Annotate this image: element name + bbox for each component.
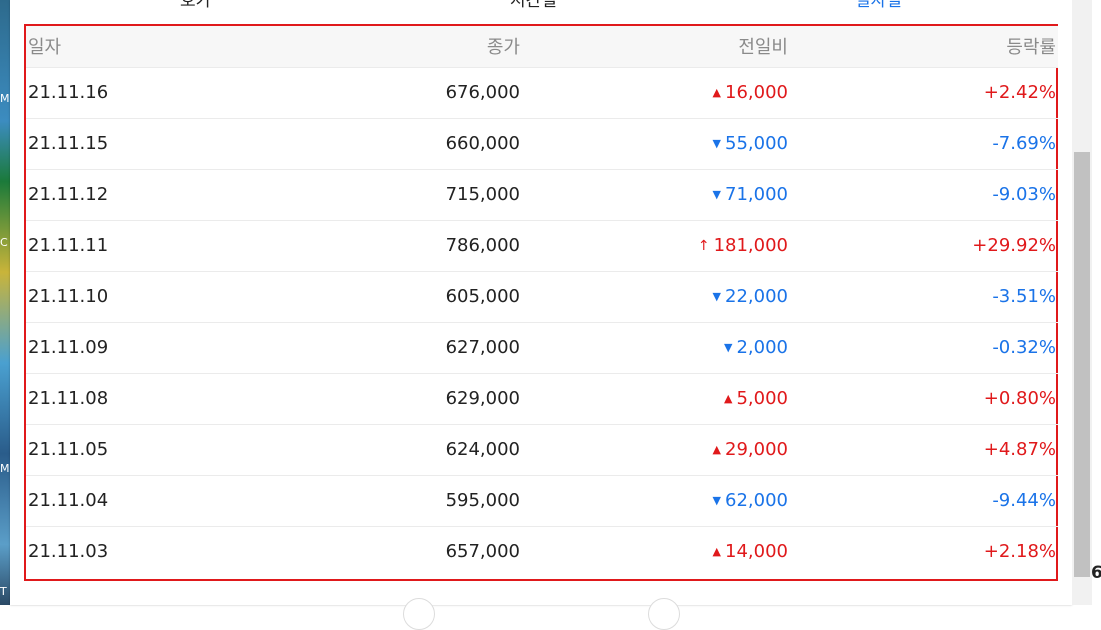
cell-rate: -9.44% xyxy=(992,490,1056,511)
tab-hourly[interactable]: 시간별 xyxy=(510,0,557,11)
cell-rate: -0.32% xyxy=(992,337,1056,358)
change-value: 55,000 xyxy=(725,133,788,154)
cell-rate: -3.51% xyxy=(992,286,1056,307)
cell-change: ▼ 71,000 xyxy=(520,169,788,220)
change-value: 62,000 xyxy=(725,490,788,511)
desktop-right-edge xyxy=(1092,0,1101,605)
cell-date: 21.11.08 xyxy=(28,388,109,409)
triangle-up-icon: ▲ xyxy=(724,392,733,405)
triangle-down-icon: ▼ xyxy=(712,290,722,303)
triangle-down-icon: ▼ xyxy=(712,137,722,150)
daily-price-table: 일자 종가 전일비 등락률 21.11.16 676,000 ▲ 16,000 +2.4… xyxy=(26,26,1058,577)
tab-daily[interactable]: 일자별 xyxy=(855,0,902,11)
cell-change: ▼ 22,000 xyxy=(520,271,788,322)
tab-quote[interactable]: 호가 xyxy=(180,0,211,11)
table-row[interactable]: 21.11.03 657,000 ▲ 14,000 +2.18% xyxy=(26,526,1058,577)
desktop-icon-label: M xyxy=(0,92,10,105)
cell-date: 21.11.12 xyxy=(28,184,109,205)
cell-change: ▲ 14,000 xyxy=(520,526,788,577)
change-value: 22,000 xyxy=(725,286,788,307)
cell-rate: -7.69% xyxy=(992,133,1056,154)
cell-close: 715,000 xyxy=(445,184,520,205)
table-row[interactable]: 21.11.11 786,000 ↑ 181,000 +29.92% xyxy=(26,220,1058,271)
cell-close: 624,000 xyxy=(445,439,520,460)
cell-date: 21.11.16 xyxy=(28,82,109,103)
page-control-circle[interactable] xyxy=(403,598,435,630)
table-row[interactable]: 21.11.04 595,000 ▼ 62,000 -9.44% xyxy=(26,475,1058,526)
column-header-date: 일자 xyxy=(28,37,62,59)
change-value: 181,000 xyxy=(713,235,788,256)
scrollbar-thumb[interactable] xyxy=(1074,152,1090,577)
cell-date: 21.11.10 xyxy=(28,286,109,307)
cell-close: 786,000 xyxy=(445,235,520,256)
cell-change: ▲ 16,000 xyxy=(520,67,788,118)
daily-price-table-highlight: 일자 종가 전일비 등락률 21.11.16 676,000 ▲ 16,000 +2.4… xyxy=(24,24,1058,581)
column-header-rate: 등락률 xyxy=(1006,37,1056,59)
cell-change: ▼ 55,000 xyxy=(520,118,788,169)
triangle-up-icon: ▲ xyxy=(712,545,722,559)
cell-date: 21.11.11 xyxy=(28,235,109,256)
table-row[interactable]: 21.11.16 676,000 ▲ 16,000 +2.42% xyxy=(26,67,1058,118)
cell-date: 21.11.09 xyxy=(28,337,109,358)
desktop-icon-label: T xyxy=(0,585,7,598)
arrow-up-icon: ↑ xyxy=(697,238,710,254)
cell-rate: +0.80% xyxy=(983,388,1056,409)
table-row[interactable]: 21.11.12 715,000 ▼ 71,000 -9.03% xyxy=(26,169,1058,220)
cell-close: 657,000 xyxy=(445,541,520,563)
triangle-down-icon: ▼ xyxy=(712,188,722,201)
triangle-down-icon: ▼ xyxy=(712,494,722,507)
cell-rate: -9.03% xyxy=(992,184,1056,205)
column-header-close: 종가 xyxy=(486,37,520,59)
column-header-change: 전일비 xyxy=(738,37,788,59)
desktop-icon-label: C xyxy=(0,236,8,249)
table-row[interactable]: 21.11.15 660,000 ▼ 55,000 -7.69% xyxy=(26,118,1058,169)
cell-date: 21.11.04 xyxy=(28,490,109,511)
cell-change: ▼ 62,000 xyxy=(520,475,788,526)
triangle-up-icon: ▲ xyxy=(712,443,722,456)
tab-bar: 호가 시간별 일자별 xyxy=(10,0,1072,11)
cell-rate: +29.92% xyxy=(972,235,1056,256)
change-value: 14,000 xyxy=(725,541,788,563)
cell-change: ↑ 181,000 xyxy=(520,220,788,271)
cell-date: 21.11.05 xyxy=(28,439,109,460)
page-control-circle[interactable] xyxy=(648,598,680,630)
table-header-row: 일자 종가 전일비 등락률 xyxy=(26,26,1058,67)
change-value: 16,000 xyxy=(725,82,788,103)
cell-rate: +2.18% xyxy=(983,541,1056,563)
cell-close: 676,000 xyxy=(445,82,520,103)
cell-change: ▼ 2,000 xyxy=(520,322,788,373)
desktop-background-strip: M C M T xyxy=(0,0,10,605)
table-row[interactable]: 21.11.10 605,000 ▼ 22,000 -3.51% xyxy=(26,271,1058,322)
cell-close: 627,000 xyxy=(445,337,520,358)
cell-change: ▲ 5,000 xyxy=(520,373,788,424)
triangle-down-icon: ▼ xyxy=(724,341,733,354)
cell-rate: +2.42% xyxy=(983,82,1056,103)
change-value: 5,000 xyxy=(736,388,788,409)
table-row[interactable]: 21.11.05 624,000 ▲ 29,000 +4.87% xyxy=(26,424,1058,475)
cell-close: 595,000 xyxy=(445,490,520,511)
cell-date: 21.11.03 xyxy=(28,541,109,563)
triangle-up-icon: ▲ xyxy=(712,86,722,99)
desktop-icon-label: M xyxy=(0,462,10,475)
cell-close: 629,000 xyxy=(445,388,520,409)
cell-close: 660,000 xyxy=(445,133,520,154)
change-value: 71,000 xyxy=(725,184,788,205)
table-row[interactable]: 21.11.09 627,000 ▼ 2,000 -0.32% xyxy=(26,322,1058,373)
cell-rate: +4.87% xyxy=(983,439,1056,460)
change-value: 29,000 xyxy=(725,439,788,460)
cell-close: 605,000 xyxy=(445,286,520,307)
cell-date: 21.11.15 xyxy=(28,133,109,154)
stock-price-panel: 호가 시간별 일자별 일자 종가 전일비 등락률 21.11.16 676,000… xyxy=(10,0,1072,630)
change-value: 2,000 xyxy=(736,337,788,358)
desktop-edge-text: 6 xyxy=(1091,563,1101,583)
cell-change: ▲ 29,000 xyxy=(520,424,788,475)
table-row[interactable]: 21.11.08 629,000 ▲ 5,000 +0.80% xyxy=(26,373,1058,424)
